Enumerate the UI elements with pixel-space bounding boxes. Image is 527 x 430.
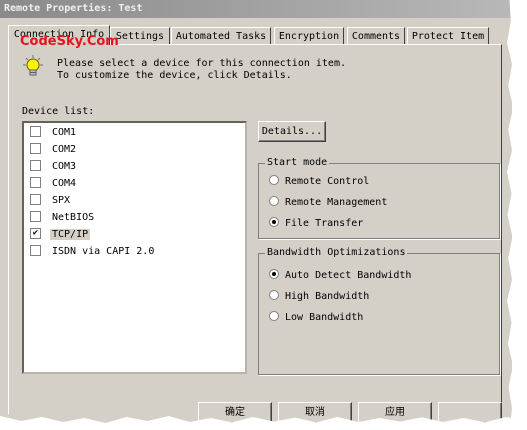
radio-button[interactable] — [269, 196, 279, 206]
device-label: NetBIOS — [52, 212, 95, 223]
device-checkbox[interactable] — [30, 176, 41, 188]
device-item-spx[interactable]: SPX — [30, 193, 72, 209]
radio-button-selected[interactable] — [269, 217, 279, 227]
device-item-com4[interactable]: COM4 — [30, 176, 78, 192]
device-label: SPX — [52, 195, 71, 206]
tab-automated-tasks[interactable]: Automated Tasks — [171, 27, 271, 44]
radio-low-bandwidth[interactable]: Low Bandwidth — [269, 311, 363, 325]
start-mode-title: Start mode — [265, 157, 330, 168]
radio-file-transfer[interactable]: File Transfer — [269, 217, 363, 231]
tab-comments[interactable]: Comments — [347, 27, 405, 44]
radio-label: Remote Control — [285, 176, 370, 187]
device-list-label: Device list: — [22, 106, 95, 117]
device-label: TCP/IP — [50, 229, 91, 240]
watermark-text: CodeSky.Com — [20, 34, 119, 49]
radio-label: Low Bandwidth — [285, 312, 364, 323]
device-label: ISDN via CAPI 2.0 — [52, 246, 155, 257]
radio-button[interactable] — [269, 290, 279, 300]
device-item-com3[interactable]: COM3 — [30, 159, 78, 175]
device-label: COM2 — [52, 144, 77, 155]
radio-button[interactable] — [269, 175, 279, 185]
device-checkbox[interactable] — [30, 125, 41, 137]
radio-label: Auto Detect Bandwidth — [285, 270, 412, 281]
bandwidth-title: Bandwidth Optimizations — [265, 247, 408, 258]
device-checkbox-checked[interactable]: ✔ — [30, 227, 41, 239]
radio-label: High Bandwidth — [285, 291, 370, 302]
device-checkbox[interactable] — [30, 142, 41, 154]
radio-label: Remote Management — [285, 197, 388, 208]
info-line-1: Please select a device for this connecti… — [57, 58, 346, 69]
radio-button-selected[interactable] — [269, 269, 279, 279]
properties-window: Remote Properties: Test Connection Info … — [0, 0, 512, 430]
tab-encryption[interactable]: Encryption — [274, 27, 344, 44]
device-checkbox[interactable] — [30, 244, 41, 256]
radio-auto-detect[interactable]: Auto Detect Bandwidth — [269, 269, 411, 283]
bandwidth-group: Bandwidth Optimizations Auto Detect Band… — [258, 247, 500, 375]
device-label: COM1 — [52, 127, 77, 138]
start-mode-group: Start mode Remote Control Remote Managem… — [258, 157, 500, 239]
device-item-tcpip[interactable]: ✔ TCP/IP — [30, 227, 91, 243]
device-label: COM4 — [52, 178, 77, 189]
radio-remote-management[interactable]: Remote Management — [269, 196, 387, 210]
device-item-isdn[interactable]: ISDN via CAPI 2.0 — [30, 244, 156, 260]
info-line-2: To customize the device, click Details. — [57, 70, 292, 81]
lightbulb-icon — [20, 54, 46, 83]
device-item-netbios[interactable]: NetBIOS — [30, 210, 96, 226]
radio-remote-control[interactable]: Remote Control — [269, 175, 369, 189]
device-checkbox[interactable] — [30, 193, 41, 205]
tab-protect-item[interactable]: Protect Item — [407, 27, 489, 44]
radio-button[interactable] — [269, 311, 279, 321]
details-button[interactable]: Details... — [258, 121, 326, 142]
device-listbox[interactable]: COM1 COM2 COM3 COM4 SPX NetBIOS ✔ TCP/IP … — [22, 121, 247, 374]
device-item-com1[interactable]: COM1 — [30, 125, 78, 141]
radio-label: File Transfer — [285, 218, 364, 229]
tab-settings[interactable]: Settings — [110, 27, 170, 44]
radio-high-bandwidth[interactable]: High Bandwidth — [269, 290, 369, 304]
device-checkbox[interactable] — [30, 210, 41, 222]
device-item-com2[interactable]: COM2 — [30, 142, 78, 158]
device-checkbox[interactable] — [30, 159, 41, 171]
window-title: Remote Properties: Test — [0, 0, 512, 18]
device-label: COM3 — [52, 161, 77, 172]
